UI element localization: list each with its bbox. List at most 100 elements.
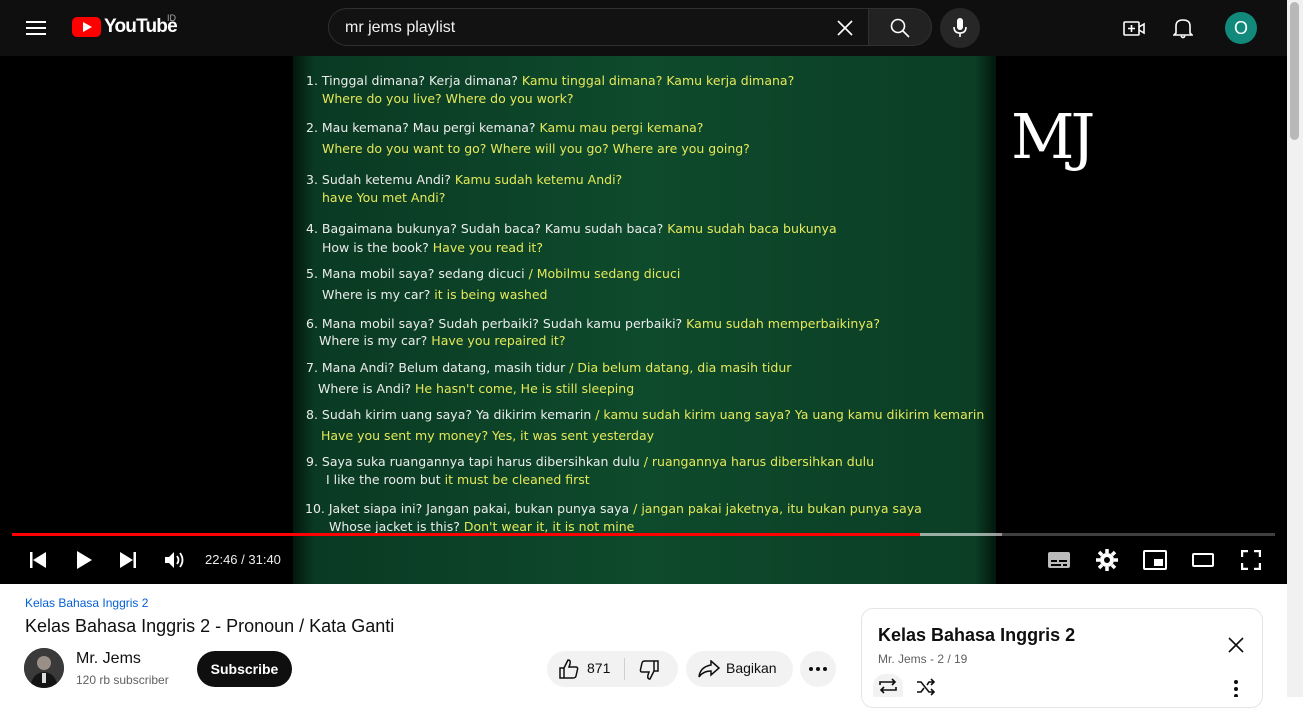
board-text-segment: Where do you want to go? Where will you … — [322, 141, 750, 156]
board-text-segment: 5. Mana mobil saya? sedang dicuci — [306, 266, 525, 281]
notifications-bell-icon[interactable] — [1171, 16, 1195, 40]
board-text-line: How is the book? Have you read it? — [322, 240, 543, 255]
search-input[interactable]: mr jems playlist — [345, 19, 455, 37]
share-label: Bagikan — [726, 660, 777, 676]
board-text-line: Where is Andi? He hasn't come, He is sti… — [318, 381, 634, 396]
menu-icon[interactable] — [20, 12, 52, 44]
board-text-segment: Kamu tinggal dimana? Kamu kerja dimana? — [517, 73, 795, 88]
watermark-logo: MJ — [1011, 100, 1095, 173]
board-text-segment: it must be cleaned first — [440, 472, 590, 487]
search-button[interactable] — [868, 8, 932, 46]
like-divider — [624, 658, 625, 680]
voice-search-button[interactable] — [940, 8, 980, 48]
more-actions-button[interactable] — [800, 651, 836, 687]
board-text-segment: Have you sent my money? Yes, it was sent… — [321, 428, 654, 443]
search-icon — [889, 17, 911, 39]
theater-mode-icon[interactable] — [1190, 548, 1216, 572]
board-text-line: 4. Bagaimana bukunya? Sudah baca? Kamu s… — [306, 221, 837, 236]
board-text-segment: Kamu mau pergi kemana? — [535, 120, 704, 135]
more-dots-icon — [808, 659, 828, 679]
board-text-segment: Where do you live? Where do you work? — [322, 91, 574, 106]
progress-bar-played[interactable] — [12, 533, 920, 536]
board-text-segment: 4. Bagaimana bukunya? Sudah baca? Kamu s… — [306, 221, 664, 236]
board-text-line: 2. Mau kemana? Mau pergi kemana? Kamu ma… — [306, 120, 703, 135]
board-text-segment: 3. Sudah ketemu Andi? — [306, 172, 451, 187]
search-box[interactable]: mr jems playlist — [328, 8, 869, 46]
board-text-line: 3. Sudah ketemu Andi? Kamu sudah ketemu … — [306, 172, 622, 187]
playlist-link[interactable]: Kelas Bahasa Inggris 2 — [25, 596, 148, 610]
page-scrollbar-thumb[interactable] — [1290, 2, 1299, 140]
video-frame-board: 1. Tinggal dimana? Kerja dimana? Kamu ti… — [293, 56, 996, 584]
board-text-line: have You met Andi? — [322, 190, 445, 205]
board-text-segment: 2. Mau kemana? Mau pergi kemana? — [306, 120, 536, 135]
youtube-logo[interactable]: YouTube — [72, 16, 178, 38]
board-text-line: 1. Tinggal dimana? Kerja dimana? Kamu ti… — [306, 73, 794, 88]
board-text-line: Have you sent my money? Yes, it was sent… — [321, 428, 654, 443]
board-text-segment: Have you repaired it? — [427, 333, 566, 348]
subscribe-button[interactable]: Subscribe — [197, 651, 292, 687]
board-text-line: Where is my car? it is being washed — [322, 287, 547, 302]
logo-text: YouTube — [104, 16, 178, 37]
board-text-segment: / jangan pakai jaketnya, itu bukan punya… — [629, 501, 922, 516]
board-text-line: 8. Sudah kirim uang saya? Ya dikirim kem… — [306, 407, 984, 422]
youtube-play-icon — [72, 17, 101, 37]
subscriber-count: 120 rb subscriber — [76, 673, 169, 687]
board-text-segment: Where is Andi? — [318, 381, 411, 396]
board-text-segment: I like the room but — [326, 472, 441, 487]
loop-playlist-icon[interactable] — [873, 674, 903, 697]
clear-search-icon[interactable] — [835, 18, 855, 38]
channel-avatar[interactable] — [24, 648, 64, 688]
board-text-segment: 7. Mana Andi? Belum datang, masih tidur — [306, 360, 566, 375]
progress-bar-buffer — [920, 533, 1002, 536]
playlist-panel-subtitle: Mr. Jems - 2 / 19 — [878, 652, 968, 666]
board-text-segment: / kamu sudah kirim uang saya? Ya uang ka… — [591, 407, 985, 422]
time-display: 22:46 / 31:40 — [205, 552, 281, 567]
like-count[interactable]: 871 — [587, 660, 610, 676]
board-text-segment: / Dia belum datang, dia masih tidur — [565, 360, 792, 375]
share-icon — [697, 658, 721, 680]
board-text-line: Where do you want to go? Where will you … — [322, 141, 750, 156]
board-text-line: Where do you live? Where do you work? — [322, 91, 574, 106]
board-text-segment: / Mobilmu sedang dicuci — [524, 266, 681, 281]
channel-name[interactable]: Mr. Jems — [76, 650, 141, 668]
previous-icon[interactable] — [27, 549, 49, 571]
board-text-segment: 10. Jaket siapa ini? Jangan pakai, bukan… — [305, 501, 630, 516]
microphone-icon — [950, 17, 970, 39]
volume-icon[interactable] — [163, 549, 187, 571]
panel-more-icon[interactable] — [1226, 680, 1246, 697]
board-text-segment: 6. Mana mobil saya? Sudah perbaiki? Suda… — [306, 316, 683, 331]
board-text-line: 10. Jaket siapa ini? Jangan pakai, bukan… — [305, 501, 922, 516]
next-icon[interactable] — [117, 549, 139, 571]
board-text-segment: Where is my car? — [322, 287, 431, 302]
board-text-segment: 8. Sudah kirim uang saya? Ya dikirim kem… — [306, 407, 592, 422]
board-text-line: 7. Mana Andi? Belum datang, masih tidur … — [306, 360, 791, 375]
play-icon[interactable] — [73, 549, 95, 571]
shuffle-icon[interactable] — [914, 677, 938, 697]
dislike-icon[interactable] — [638, 659, 660, 681]
board-text-segment: 9. Saya suka ruangannya tapi harus diber… — [306, 454, 640, 469]
board-text-segment: How is the book? — [322, 240, 429, 255]
fullscreen-icon[interactable] — [1238, 548, 1264, 572]
video-player[interactable]: 1. Tinggal dimana? Kerja dimana? Kamu ti… — [0, 56, 1287, 584]
board-text-segment: 1. Tinggal dimana? Kerja dimana? — [306, 73, 518, 88]
board-text-segment: Whose jacket is this? — [329, 519, 460, 534]
subtitles-icon[interactable] — [1046, 548, 1072, 572]
video-title: Kelas Bahasa Inggris 2 - Pronoun / Kata … — [25, 616, 395, 636]
board-text-segment: Where is my car? — [319, 333, 428, 348]
country-code: ID — [167, 13, 176, 23]
board-text-segment: Kamu sudah baca bukunya — [663, 221, 837, 236]
settings-gear-icon[interactable] — [1095, 548, 1119, 572]
board-text-segment: have You met Andi? — [322, 190, 446, 205]
board-text-line: 6. Mana mobil saya? Sudah perbaiki? Suda… — [306, 316, 880, 331]
close-panel-icon[interactable] — [1226, 635, 1246, 655]
like-icon[interactable] — [557, 658, 581, 680]
account-avatar[interactable]: O — [1225, 12, 1257, 44]
create-video-icon[interactable] — [1122, 16, 1146, 40]
board-text-line: 9. Saya suka ruangannya tapi harus diber… — [306, 454, 874, 469]
board-text-segment: He hasn't come, He is still sleeping — [410, 381, 635, 396]
board-text-line: 5. Mana mobil saya? sedang dicuci / Mobi… — [306, 266, 680, 281]
miniplayer-icon[interactable] — [1142, 548, 1168, 572]
board-text-segment: Don't wear it, it is not mine — [459, 519, 635, 534]
playlist-panel-title[interactable]: Kelas Bahasa Inggris 2 — [878, 625, 1075, 646]
board-text-line: I like the room but it must be cleaned f… — [326, 472, 590, 487]
